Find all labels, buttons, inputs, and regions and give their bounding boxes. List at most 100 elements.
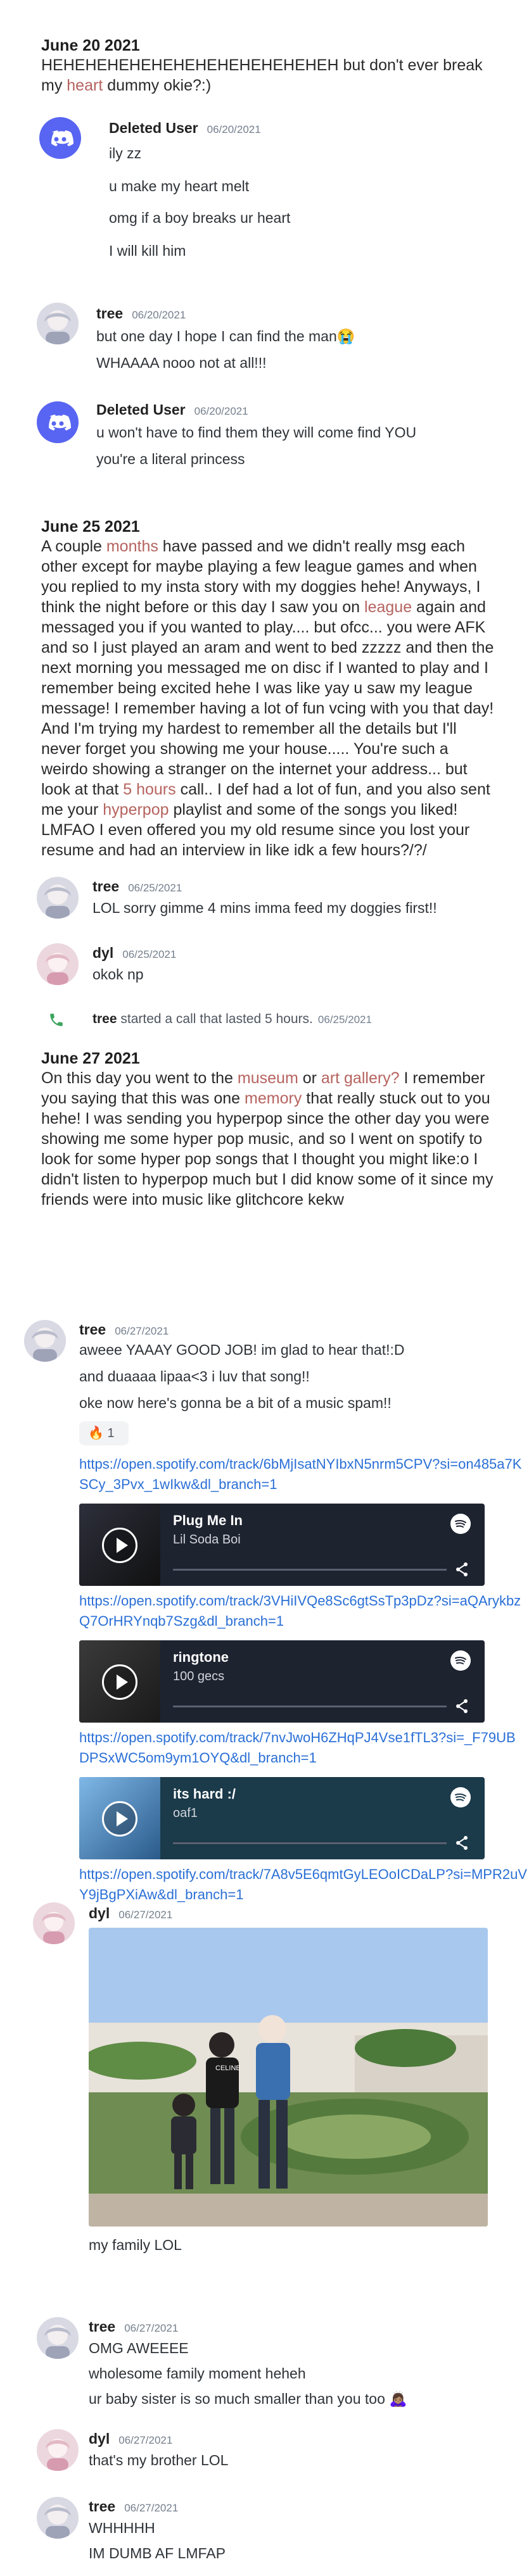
- fire-icon: 🔥: [88, 1426, 104, 1440]
- username-text[interactable]: tree: [89, 2498, 115, 2515]
- day-text-part: or: [298, 1069, 321, 1087]
- username-text[interactable]: dyl: [92, 945, 113, 961]
- day-text: A couple months have passed and we didn'…: [41, 536, 497, 860]
- username[interactable]: tree 06/20/2021: [96, 305, 186, 322]
- avatar[interactable]: [33, 1902, 75, 1944]
- family-photo[interactable]: CELINE: [89, 1928, 488, 2227]
- timestamp: 06/20/2021: [194, 405, 248, 417]
- day-text-part: A couple: [41, 537, 106, 555]
- avatar[interactable]: [37, 943, 79, 985]
- message-text: aweee YAAAY GOOD JOB! im glad to hear th…: [79, 1341, 405, 1358]
- spotify-link[interactable]: https://open.spotify.com/track/3VHiIVQe8…: [79, 1591, 523, 1631]
- spotify-link[interactable]: https://open.spotify.com/track/7nvJwoH6Z…: [79, 1728, 523, 1768]
- username-text[interactable]: tree: [92, 878, 119, 895]
- day-section-june-25: June 25 2021 A couple months have passed…: [41, 518, 497, 860]
- spotify-link[interactable]: https://open.spotify.com/track/7A8v5E6qm…: [79, 1864, 529, 1905]
- spotify-icon[interactable]: [450, 1514, 471, 1534]
- message-text: WHHHHH: [89, 2520, 155, 2536]
- username-text[interactable]: tree: [79, 1321, 106, 1338]
- anime-avatar-icon: [44, 884, 71, 919]
- reaction-count: 1: [107, 1426, 115, 1440]
- day-text-part: that really stuck out to you hehe! I was…: [41, 1090, 494, 1209]
- shirt-text: CELINE: [215, 2064, 241, 2072]
- spotify-icon[interactable]: [450, 1650, 471, 1671]
- day-title: June 25 2021: [41, 518, 140, 536]
- username[interactable]: dyl 06/25/2021: [92, 945, 176, 962]
- play-button[interactable]: [102, 1528, 137, 1563]
- timestamp: 06/27/2021: [118, 2434, 173, 2446]
- day-section-june-27: June 27 2021 On this day you went to the…: [41, 1050, 497, 1210]
- track-title[interactable]: its hard :/: [173, 1786, 236, 1802]
- anime-avatar-icon: [44, 310, 71, 344]
- timestamp: 06/25/2021: [122, 948, 177, 960]
- track-title[interactable]: ringtone: [173, 1649, 229, 1666]
- username[interactable]: dyl 06/27/2021: [89, 1905, 172, 1922]
- username-text[interactable]: Deleted User: [96, 401, 186, 418]
- play-button[interactable]: [102, 1801, 137, 1837]
- username[interactable]: tree 06/25/2021: [92, 878, 182, 895]
- anime-avatar-icon: [44, 2504, 71, 2539]
- avatar[interactable]: [37, 877, 79, 919]
- avatar[interactable]: [37, 401, 79, 443]
- spotify-icon[interactable]: [450, 1787, 471, 1807]
- anime-avatar-icon: [46, 2439, 70, 2471]
- track-artist[interactable]: Lil Soda Boi: [173, 1533, 241, 1547]
- message-text: I will kill him: [109, 242, 186, 259]
- username[interactable]: Deleted User 06/20/2021: [96, 401, 248, 418]
- timestamp: 06/25/2021: [128, 882, 182, 894]
- username[interactable]: tree 06/27/2021: [89, 2318, 178, 2335]
- highlight-word: league: [364, 598, 412, 616]
- avatar[interactable]: [24, 1320, 66, 1362]
- spotify-embed[interactable]: Plug Me In Lil Soda Boi: [79, 1504, 485, 1586]
- message-text: wholesome family moment heheh: [89, 2365, 306, 2382]
- reaction-badge[interactable]: 🔥 1: [79, 1421, 129, 1445]
- progress-bar[interactable]: [173, 1569, 447, 1571]
- message-text: LOL sorry gimme 4 mins imma feed my dogg…: [92, 900, 437, 916]
- progress-bar[interactable]: [173, 1842, 447, 1844]
- avatar[interactable]: [37, 2317, 79, 2359]
- username[interactable]: tree 06/27/2021: [89, 2498, 178, 2515]
- username[interactable]: Deleted User 06/20/2021: [109, 120, 261, 137]
- album-art: [79, 1777, 160, 1859]
- track-artist[interactable]: 100 gecs: [173, 1669, 224, 1684]
- username-text[interactable]: tree: [89, 2318, 115, 2335]
- progress-bar[interactable]: [173, 1706, 447, 1707]
- highlight-word: museum: [237, 1069, 298, 1087]
- avatar[interactable]: [37, 2429, 79, 2471]
- share-icon[interactable]: [453, 1561, 471, 1578]
- timestamp: 06/20/2021: [132, 309, 186, 321]
- anime-avatar-icon: [46, 953, 70, 985]
- timestamp: 06/27/2021: [115, 1325, 169, 1337]
- anime-avatar-icon: [44, 2325, 71, 2359]
- track-artist[interactable]: oaf1: [173, 1806, 198, 1821]
- track-title[interactable]: Plug Me In: [173, 1512, 243, 1529]
- message-text: OMG AWEEEE: [89, 2340, 189, 2356]
- username-text[interactable]: dyl: [89, 1905, 110, 1921]
- avatar[interactable]: [39, 117, 81, 159]
- message-text: and duaaaa lipaa<3 i luv that song!!: [79, 1368, 310, 1385]
- username-text[interactable]: tree: [96, 305, 123, 322]
- photo-image: CELINE: [89, 1928, 488, 2227]
- message-text: oke now here's gonna be a bit of a music…: [79, 1395, 392, 1411]
- highlight-word: months: [106, 537, 158, 555]
- discord-logo-icon: [51, 130, 73, 146]
- username-text[interactable]: dyl: [89, 2430, 110, 2447]
- username[interactable]: tree 06/27/2021: [79, 1321, 169, 1338]
- username[interactable]: dyl 06/27/2021: [89, 2430, 172, 2447]
- message-text: you're a literal princess: [96, 451, 245, 467]
- spotify-link[interactable]: https://open.spotify.com/track/6bMjIsatN…: [79, 1454, 523, 1495]
- avatar[interactable]: [37, 303, 79, 344]
- album-art: [79, 1640, 160, 1723]
- spotify-embed[interactable]: ringtone 100 gecs: [79, 1640, 485, 1723]
- anime-avatar-icon: [32, 1328, 58, 1362]
- call-user[interactable]: tree: [92, 1012, 117, 1026]
- message-text: that's my brother LOL: [89, 2452, 229, 2468]
- spotify-embed[interactable]: its hard :/ oaf1: [79, 1777, 485, 1859]
- message-text: WHAAAA nooo not at all!!!: [96, 355, 267, 371]
- share-icon[interactable]: [453, 1697, 471, 1715]
- avatar[interactable]: [37, 2497, 79, 2539]
- play-button[interactable]: [102, 1664, 137, 1700]
- share-icon[interactable]: [453, 1834, 471, 1852]
- call-text: tree started a call that lasted 5 hours.…: [92, 1012, 372, 1027]
- username-text[interactable]: Deleted User: [109, 120, 198, 136]
